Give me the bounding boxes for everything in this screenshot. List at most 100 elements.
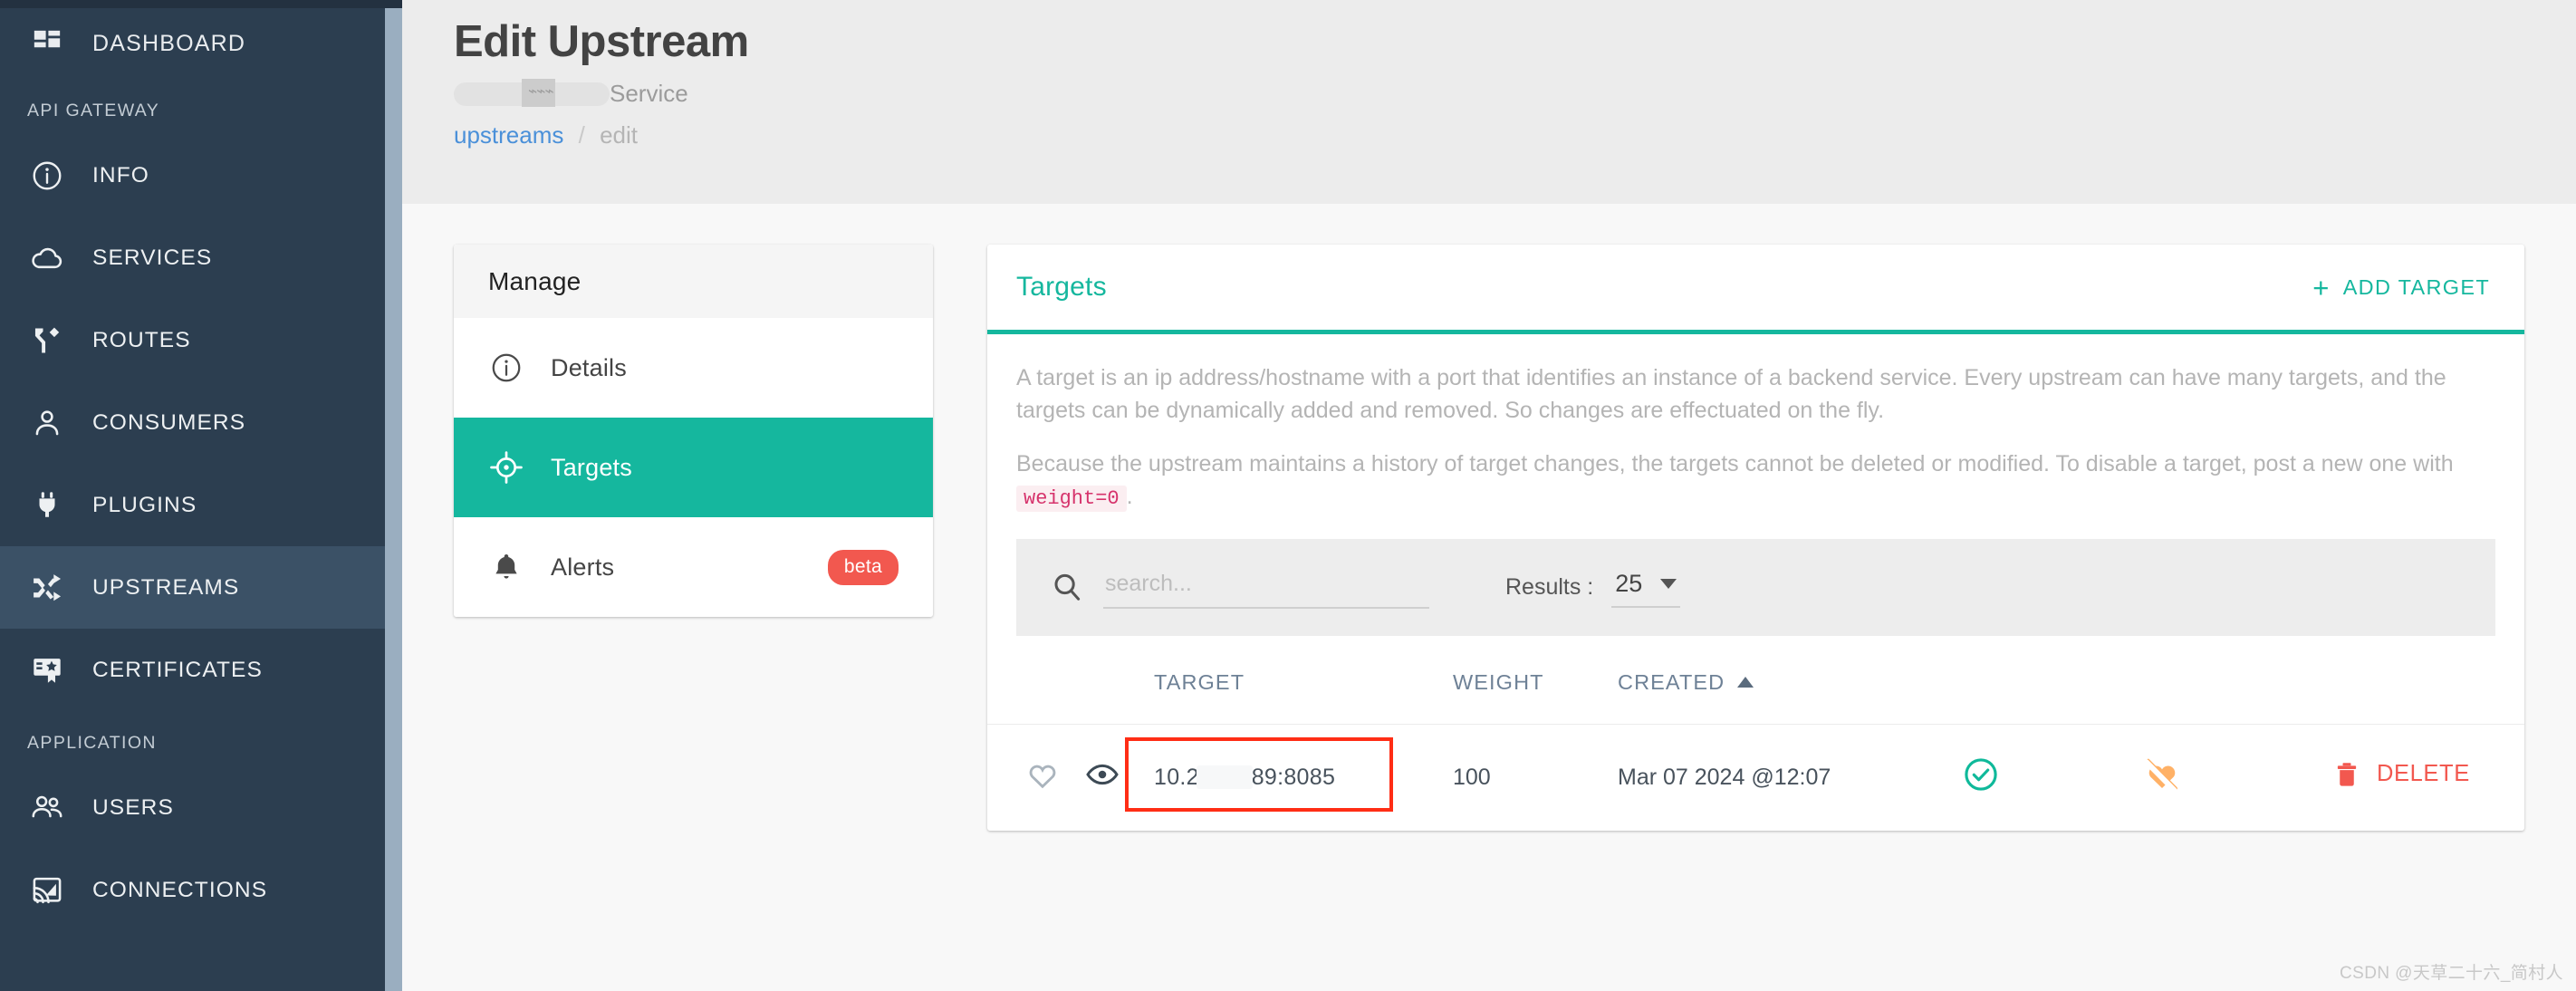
sidebar-item-services[interactable]: SERVICES (0, 216, 402, 299)
th-weight[interactable]: WEIGHT (1453, 639, 1618, 725)
cell-actions: DELETE (2333, 724, 2524, 831)
targets-description-paragraph-2: Because the upstream maintains a history… (1016, 447, 2490, 514)
results-per-page-select[interactable]: 25 (1611, 566, 1681, 609)
page-title: Edit Upstream (454, 17, 749, 66)
content-area: Manage Details Targets Alerts beta Targe… (402, 204, 2576, 831)
cast-connection-icon (27, 871, 67, 910)
sidebar-brand-label: DASHBOARD (92, 30, 246, 56)
targets-table-head: TARGET WEIGHT CREATED (987, 639, 2524, 725)
targets-table-body: 10.22. . 7.89:8085 100 Mar 07 2024 @12:0… (987, 724, 2524, 831)
th-target[interactable]: TARGET (1154, 639, 1453, 725)
sidebar-item-label: CERTIFICATES (92, 657, 263, 682)
page-header: Edit Upstream ⌁⌁⌁ Service upstreams / ed… (402, 0, 2576, 204)
add-target-label: ADD TARGET (2342, 274, 2490, 299)
sidebar-top-strip (0, 0, 402, 8)
cell-created: Mar 07 2024 @12:07 (1618, 764, 1831, 790)
table-header-row: TARGET WEIGHT CREATED (987, 639, 2524, 725)
th-status (1962, 639, 2143, 725)
sidebar-scrollbar[interactable] (385, 8, 402, 991)
targets-description: A target is an ip address/hostname with … (987, 334, 2524, 530)
search-toolbar: Results : 25 (1016, 538, 2495, 636)
th-health (2143, 639, 2333, 725)
sidebar-item-plugins[interactable]: PLUGINS (0, 464, 402, 546)
table-row: 10.22. . 7.89:8085 100 Mar 07 2024 @12:0… (987, 724, 2524, 831)
chevron-down-icon (1660, 579, 1677, 590)
sidebar-item-label: UPSTREAMS (92, 574, 240, 600)
th-created-label: CREATED (1618, 669, 1725, 694)
page-subtitle: ⌁⌁⌁ Service (454, 77, 2576, 110)
manage-item-targets[interactable]: Targets (454, 418, 933, 517)
sidebar-item-label: INFO (92, 162, 149, 188)
sidebar-item-certificates[interactable]: CERTIFICATES (0, 629, 402, 711)
info-circle-icon (488, 350, 524, 386)
th-favorite (987, 639, 1085, 725)
manage-item-label: Alerts (551, 553, 615, 581)
results-value: 25 (1615, 570, 1643, 598)
cell-view[interactable] (1085, 724, 1154, 831)
cell-status (1962, 724, 2143, 831)
breadcrumb-separator: / (578, 121, 585, 149)
manage-item-label: Targets (551, 453, 632, 481)
bell-icon (488, 549, 524, 585)
certificate-ribbon-icon (27, 650, 67, 690)
sidebar-item-info[interactable]: INFO (0, 134, 402, 216)
delete-label: DELETE (2377, 761, 2470, 787)
manage-item-label: Details (551, 353, 627, 381)
sidebar-item-upstreams[interactable]: UPSTREAMS (0, 546, 402, 629)
sidebar-item-label: CONNECTIONS (92, 877, 268, 902)
sidebar-item-label: SERVICES (92, 245, 213, 270)
targets-description-paragraph-1: A target is an ip address/hostname with … (1016, 365, 2446, 424)
sidebar-section-application: APPLICATION (27, 733, 157, 753)
breadcrumb-link-upstreams[interactable]: upstreams (454, 121, 563, 149)
th-view (1085, 639, 1154, 725)
sidebar-item-consumers[interactable]: CONSUMERS (0, 381, 402, 464)
main-content: Edit Upstream ⌁⌁⌁ Service upstreams / ed… (402, 0, 2576, 991)
sidebar-item-label: CONSUMERS (92, 409, 246, 435)
sidebar-item-routes[interactable]: ROUTES (0, 299, 402, 381)
sidebar-item-users[interactable]: USERS (0, 766, 402, 849)
cell-health[interactable] (2143, 724, 2333, 831)
sort-ascending-icon (1737, 677, 1754, 688)
weight-code-snippet: weight=0 (1016, 485, 1127, 512)
targets-card: Targets + ADD TARGET A target is an ip a… (987, 245, 2524, 831)
redaction-glyph: ⌁⌁⌁ (528, 82, 554, 101)
target-redaction (1197, 765, 1253, 789)
th-created[interactable]: CREATED (1618, 639, 1962, 725)
plug-icon (27, 486, 67, 525)
th-actions (2333, 639, 2524, 725)
route-fork-icon (27, 321, 67, 361)
status-badge-beta: beta (827, 549, 899, 585)
breadcrumb-current: edit (600, 121, 639, 149)
desc2-before: Because the upstream maintains a history… (1016, 450, 2454, 476)
eye-icon (1086, 764, 1119, 784)
dashboard-grid-icon (27, 24, 67, 63)
crosshair-target-icon (488, 449, 524, 486)
desc2-after: . (1126, 483, 1133, 509)
cell-weight: 100 (1453, 764, 1491, 790)
cell-favorite[interactable] (987, 724, 1085, 831)
add-target-button[interactable]: + ADD TARGET (2312, 274, 2490, 302)
check-circle-icon (1965, 757, 1997, 791)
plus-icon: + (2312, 271, 2331, 303)
app-root: DASHBOARD API GATEWAY INFO SERVICES ROUT… (0, 0, 2576, 991)
info-circle-icon (27, 156, 67, 196)
heart-outline-icon (1029, 765, 1056, 788)
delete-button[interactable]: DELETE (2333, 761, 2470, 788)
manage-item-details[interactable]: Details (454, 318, 933, 418)
targets-card-header: Targets + ADD TARGET (987, 245, 2524, 334)
targets-card-title: Targets (1016, 272, 1107, 302)
results-label: Results : (1505, 573, 1594, 600)
sidebar: DASHBOARD API GATEWAY INFO SERVICES ROUT… (0, 0, 402, 991)
manage-item-alerts[interactable]: Alerts beta (454, 517, 933, 617)
person-icon (27, 403, 67, 443)
shuffle-arrows-icon (27, 568, 67, 608)
search-input[interactable] (1103, 565, 1429, 610)
heart-off-icon (2143, 758, 2177, 793)
sidebar-section-api-gateway: API GATEWAY (27, 101, 160, 120)
sidebar-item-label: PLUGINS (92, 492, 197, 517)
breadcrumb: upstreams / edit (454, 121, 2576, 149)
sidebar-item-dashboard[interactable]: DASHBOARD (0, 8, 402, 79)
sidebar-item-connections[interactable]: CONNECTIONS (0, 849, 402, 931)
search-icon (1051, 571, 1083, 603)
sidebar-item-label: ROUTES (92, 327, 191, 352)
